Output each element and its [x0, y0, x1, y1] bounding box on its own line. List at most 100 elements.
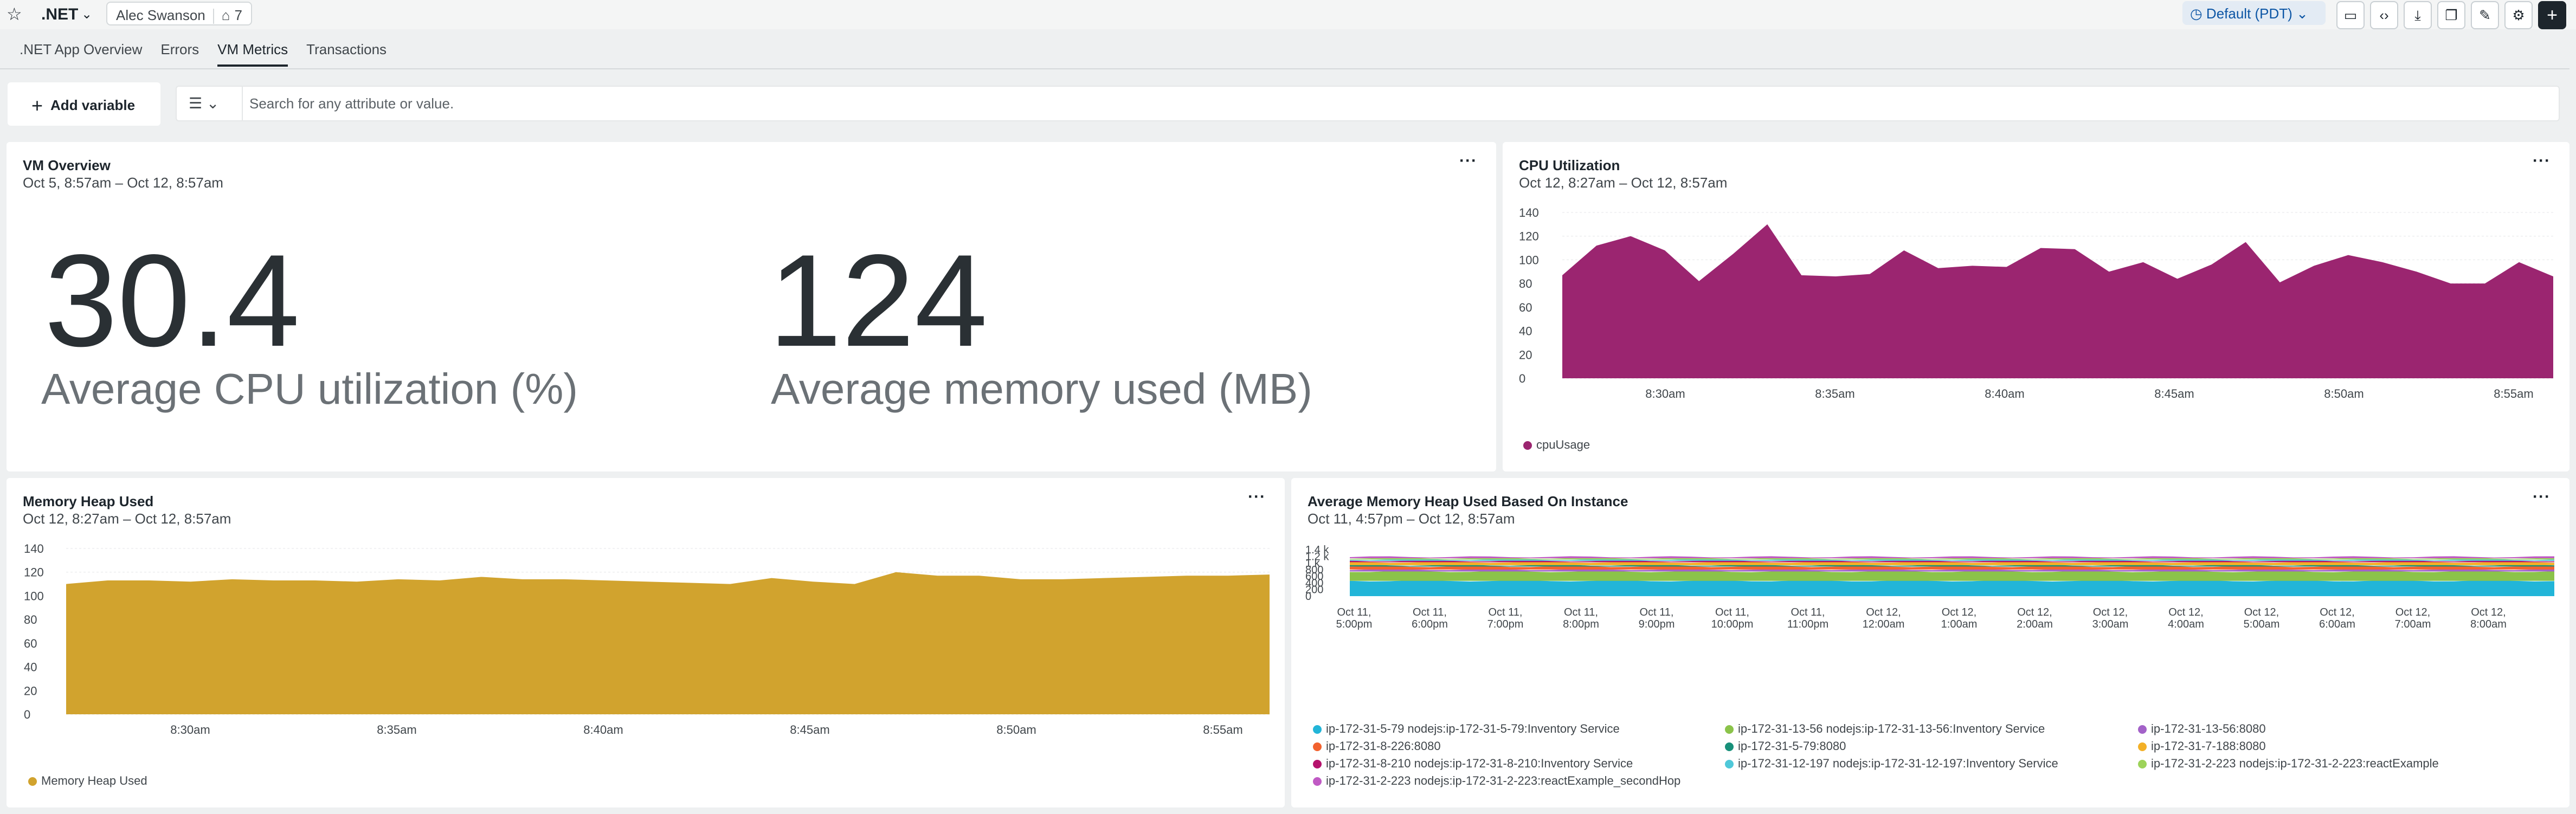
legend-item[interactable]: ip-172-31-8-210 nodejs:ip-172-31-8-210:I… — [1313, 757, 1633, 771]
y-tick-label: 80 — [1519, 277, 1532, 290]
x-tick-label: 7:00am — [2395, 618, 2431, 630]
panel-title: Average Memory Heap Used Based On Instan… — [1308, 493, 1628, 509]
heap-chart: 0 20 40 60 80 100 120 140 8:30am 8:35am 8:40am 8:45… — [24, 542, 1270, 737]
x-tick-label: Oct 12, — [1866, 606, 1901, 618]
timezone-picker[interactable]: ◷ Default (PDT) ⌄ — [2182, 1, 2326, 25]
legend-item[interactable]: ip-172-31-12-197 nodejs:ip-172-31-12-197… — [1725, 757, 2058, 771]
legend-item[interactable]: ip-172-31-13-56 nodejs:ip-172-31-13-56:I… — [1725, 722, 2045, 736]
filter-bar: ☰ ⌄ Search for any attribute or value. — [176, 86, 2560, 121]
x-tick-label: 6:00am — [2319, 618, 2355, 630]
x-tick-label: 5:00am — [2244, 618, 2280, 630]
legend-item[interactable]: ip-172-31-5-79:8080 — [1725, 739, 1846, 753]
legend-item[interactable]: Memory Heap Used — [28, 774, 147, 788]
edit-icon[interactable]: ✎ — [2471, 1, 2499, 29]
memory-billboard-label: Average memory used (MB) — [771, 365, 1312, 413]
x-tick-label: 8:35am — [377, 723, 416, 737]
owner-tags-pill[interactable]: Alec Swanson ⌂ 7 — [106, 2, 252, 25]
panel-time-range: Oct 5, 8:57am – Oct 12, 8:57am — [23, 175, 223, 191]
y-tick-label: 40 — [1519, 325, 1532, 338]
x-tick-label: Oct 12, — [1942, 606, 1976, 618]
tag-count: 7 — [234, 7, 242, 23]
stacked-heap-chart: 02004006008001 k1.2 k1.4 kOct 11,5:00pmO… — [1305, 544, 2554, 630]
x-tick-label: Oct 11, — [1715, 606, 1749, 618]
vm-overview-panel: VM Overview Oct 5, 8:57am – Oct 12, 8:57… — [7, 142, 1496, 471]
legend-item[interactable]: cpuUsage — [1523, 438, 1590, 452]
tab-errors[interactable]: Errors — [160, 41, 199, 64]
y-tick-label: 40 — [24, 661, 37, 674]
legend-item[interactable]: ip-172-31-8-226:8080 — [1313, 739, 1441, 753]
timezone-label: Default (PDT) — [2206, 5, 2292, 22]
legend-swatch — [2138, 725, 2147, 734]
x-tick-label: 8:40am — [1985, 387, 2024, 400]
y-tick-label: 140 — [1519, 206, 1539, 219]
code-icon[interactable]: ‹› — [2370, 1, 2398, 29]
x-tick-label: 6:00pm — [1412, 618, 1448, 630]
more-options-icon[interactable]: ··· — [1459, 152, 1477, 170]
star-icon[interactable]: ☆ — [7, 4, 26, 24]
tab-app-overview[interactable]: .NET App Overview — [20, 41, 142, 64]
y-tick-label: 1.4 k — [1305, 544, 1329, 556]
x-tick-label: Oct 11, — [1564, 606, 1598, 618]
y-tick-label: 100 — [24, 589, 44, 603]
download-icon[interactable]: ⤓ — [2404, 1, 2432, 29]
x-tick-label: 8:30am — [170, 723, 210, 737]
settings-icon[interactable]: ⚙ — [2504, 1, 2533, 29]
y-tick-label: 60 — [24, 637, 37, 650]
add-widget-icon[interactable]: + — [2538, 1, 2566, 29]
x-tick-label: 10:00pm — [1711, 618, 1754, 630]
y-tick-label: 120 — [1519, 230, 1539, 243]
more-options-icon[interactable]: ··· — [2533, 488, 2551, 506]
x-tick-label: Oct 12, — [2395, 606, 2430, 618]
y-tick-label: 60 — [1519, 301, 1532, 314]
series-area[interactable] — [1350, 571, 2554, 581]
chevron-down-icon[interactable]: ⌄ — [81, 7, 92, 22]
tag-icon: ⌂ — [221, 7, 230, 23]
legend-swatch — [1523, 441, 1532, 450]
x-tick-label: Oct 12, — [2093, 606, 2128, 618]
legend-item[interactable]: ip-172-31-5-79 nodejs:ip-172-31-5-79:Inv… — [1313, 722, 1620, 736]
legend-swatch — [28, 777, 37, 786]
clock-icon: ◷ — [2190, 5, 2203, 22]
y-tick-label: 120 — [24, 566, 44, 579]
panel-title: VM Overview — [23, 157, 111, 173]
panel-time-range: Oct 11, 4:57pm – Oct 12, 8:57am — [1308, 511, 1515, 527]
tab-vm-metrics[interactable]: VM Metrics — [217, 41, 288, 67]
tab-transactions[interactable]: Transactions — [306, 41, 387, 64]
top-bar: ☆ .NET ⌄ Alec Swanson ⌂ 7 ◷ Default (PDT) … — [0, 0, 2576, 29]
x-tick-label: Oct 11, — [1337, 606, 1371, 618]
legend-label: ip-172-31-8-226:8080 — [1326, 739, 1441, 753]
search-input[interactable]: Search for any attribute or value. — [249, 95, 454, 112]
legend-item[interactable]: ip-172-31-7-188:8080 — [2138, 739, 2266, 753]
legend-label: cpuUsage — [1536, 438, 1590, 451]
filter-icon[interactable]: ☰ ⌄ — [177, 87, 243, 120]
x-tick-label: 8:45am — [2154, 387, 2194, 400]
x-tick-label: Oct 12, — [2320, 606, 2354, 618]
more-options-icon[interactable]: ··· — [2533, 152, 2551, 170]
y-tick-label: 100 — [1519, 253, 1539, 267]
x-tick-label: 8:50am — [996, 723, 1036, 737]
tv-mode-icon[interactable]: ▭ — [2336, 1, 2365, 29]
legend-item[interactable]: ip-172-31-2-223 nodejs:ip-172-31-2-223:r… — [2138, 757, 2439, 771]
plus-icon: + — [31, 94, 43, 117]
x-tick-label: 8:30am — [1645, 387, 1685, 400]
legend-label: Memory Heap Used — [41, 774, 147, 787]
series-area[interactable] — [1562, 224, 2553, 378]
legend-swatch — [1313, 760, 1322, 768]
legend-swatch — [2138, 760, 2147, 768]
copy-icon[interactable]: ❐ — [2437, 1, 2465, 29]
more-options-icon[interactable]: ··· — [1248, 488, 1266, 506]
panel-time-range: Oct 12, 8:27am – Oct 12, 8:57am — [1519, 175, 1728, 191]
add-variable-button[interactable]: + Add variable — [8, 82, 160, 126]
legend-swatch — [1725, 742, 1734, 751]
series-area[interactable] — [1350, 556, 2554, 558]
legend-item[interactable]: ip-172-31-2-223 nodejs:ip-172-31-2-223:r… — [1313, 774, 1680, 788]
app-title[interactable]: .NET — [41, 5, 78, 24]
series-area[interactable] — [1350, 580, 2554, 596]
legend-item[interactable]: ip-172-31-13-56:8080 — [2138, 722, 2266, 736]
x-tick-label: Oct 11, — [1489, 606, 1523, 618]
x-tick-label: 12:00am — [1863, 618, 1905, 630]
series-area[interactable] — [66, 572, 1270, 714]
y-tick-label: 80 — [24, 613, 37, 626]
legend-label: ip-172-31-2-223 nodejs:ip-172-31-2-223:r… — [1326, 774, 1681, 787]
x-tick-label: 5:00pm — [1336, 618, 1373, 630]
